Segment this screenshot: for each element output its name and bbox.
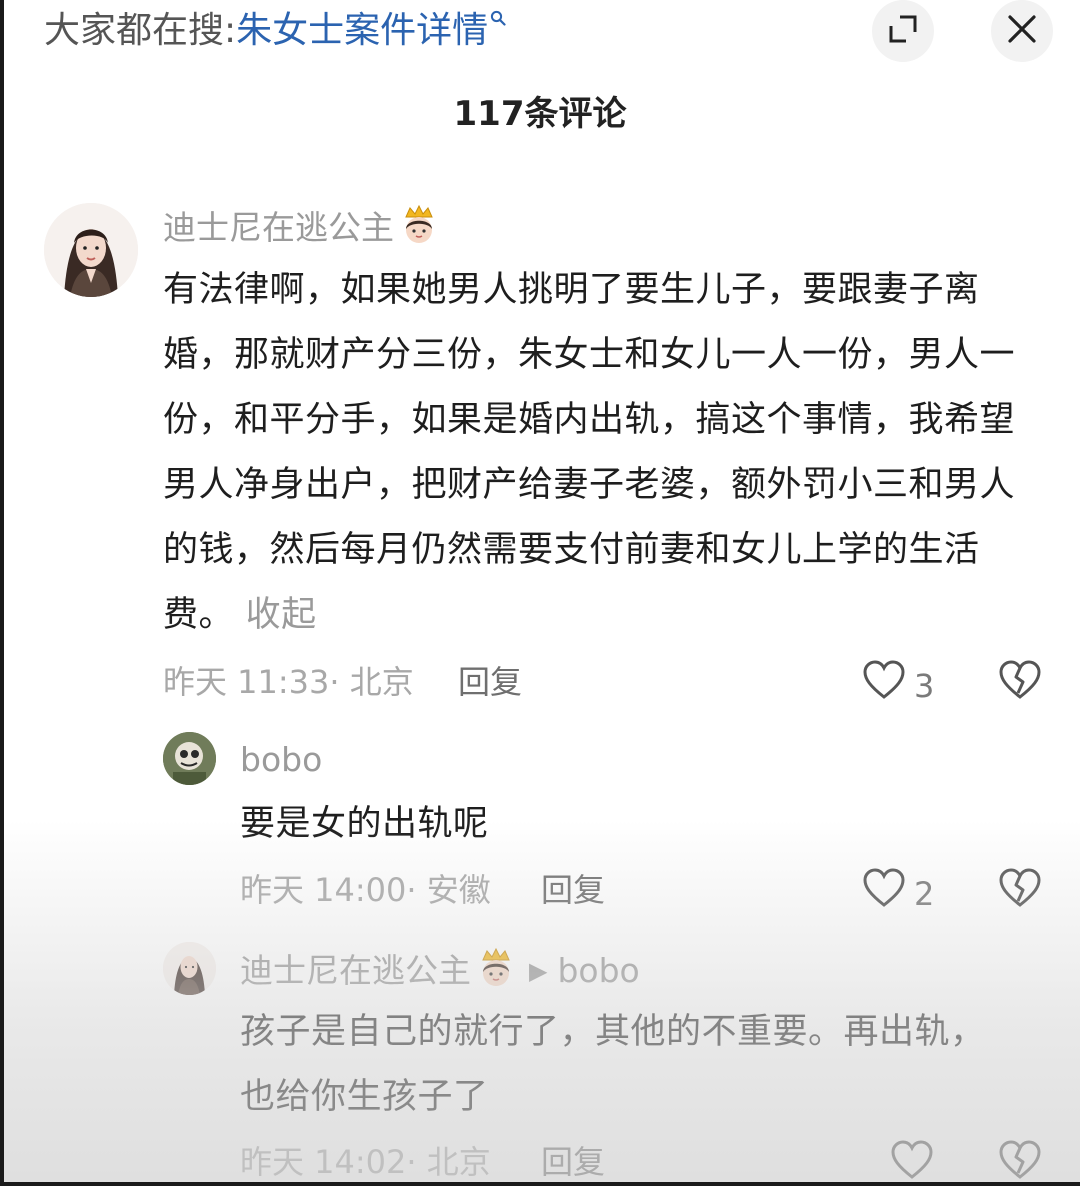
comment-text[interactable]: 有法律啊，如果她男人挑明了要生儿子，要跟妻子离婚，那就财产分三份，朱女士和女儿一… xyxy=(163,258,1043,648)
expand-button[interactable] xyxy=(872,0,934,62)
heart-icon xyxy=(890,1140,942,1191)
avatar[interactable] xyxy=(163,732,216,785)
like-count: 3 xyxy=(914,666,935,705)
comment-username[interactable]: 迪士尼在逃公主 xyxy=(163,203,440,256)
dislike-button[interactable] xyxy=(998,1140,1042,1184)
avatar[interactable] xyxy=(44,203,138,297)
comment-body: 要是女的出轨呢 xyxy=(240,804,489,844)
username-text[interactable]: 迪士尼在逃公主 xyxy=(240,951,471,990)
reply-button[interactable]: 回复 xyxy=(541,1140,605,1184)
avatar[interactable] xyxy=(163,942,216,995)
like-button[interactable] xyxy=(890,1140,942,1191)
comment-meta: 昨天 14:02· 北京 xyxy=(240,1143,491,1181)
broken-heart-icon xyxy=(998,660,1042,704)
comment-body: 有法律啊，如果她男人挑明了要生儿子，要跟妻子离婚，那就财产分三份，朱女士和女儿一… xyxy=(163,270,1016,635)
search-prefix-label: 大家都在搜: xyxy=(44,10,237,51)
crown-princess-emoji-icon xyxy=(475,946,517,999)
search-icon xyxy=(490,0,506,26)
reply-button[interactable]: 回复 xyxy=(541,868,605,912)
reply-arrow-icon: ▶ xyxy=(529,957,548,985)
comment-username[interactable]: bobo xyxy=(240,738,322,782)
close-button[interactable] xyxy=(991,0,1053,62)
broken-heart-icon xyxy=(998,868,1042,912)
comments-count-title: 117条评论 xyxy=(453,94,627,134)
comment-meta: 昨天 14:00· 安徽 xyxy=(240,871,491,909)
collapse-button[interactable]: 收起 xyxy=(246,595,317,635)
broken-heart-icon xyxy=(998,1140,1042,1184)
like-count: 2 xyxy=(914,874,935,913)
comment-text[interactable]: 要是女的出轨呢 xyxy=(240,792,1040,857)
reply-button[interactable]: 回复 xyxy=(458,660,522,704)
heart-icon xyxy=(862,868,914,919)
comment-username[interactable]: 迪士尼在逃公主 ▶ bobo xyxy=(240,946,640,999)
reply-to-username[interactable]: bobo xyxy=(557,951,639,990)
like-button[interactable]: 3 xyxy=(862,660,934,711)
heart-icon xyxy=(862,660,914,711)
close-icon xyxy=(1007,14,1037,48)
like-button[interactable]: 2 xyxy=(862,868,934,919)
comment-text[interactable]: 孩子是自己的就行了，其他的不重要。再出轨，也给你生孩子了 xyxy=(240,1000,1020,1130)
username-text[interactable]: bobo xyxy=(240,740,322,779)
username-text[interactable]: 迪士尼在逃公主 xyxy=(163,208,394,247)
search-term-link[interactable]: 朱女士案件详情 xyxy=(236,10,488,51)
dislike-button[interactable] xyxy=(998,868,1042,912)
dislike-button[interactable] xyxy=(998,660,1042,704)
search-suggestion[interactable]: 大家都在搜:朱女士案件详情 xyxy=(44,6,506,56)
comment-body: 孩子是自己的就行了，其他的不重要。再出轨，也给你生孩子了 xyxy=(240,1012,986,1117)
expand-icon xyxy=(888,14,918,48)
comment-meta: 昨天 11:33· 北京 xyxy=(163,663,414,701)
top-bar: 大家都在搜:朱女士案件详情 xyxy=(0,0,1080,70)
crown-princess-emoji-icon xyxy=(398,203,440,256)
